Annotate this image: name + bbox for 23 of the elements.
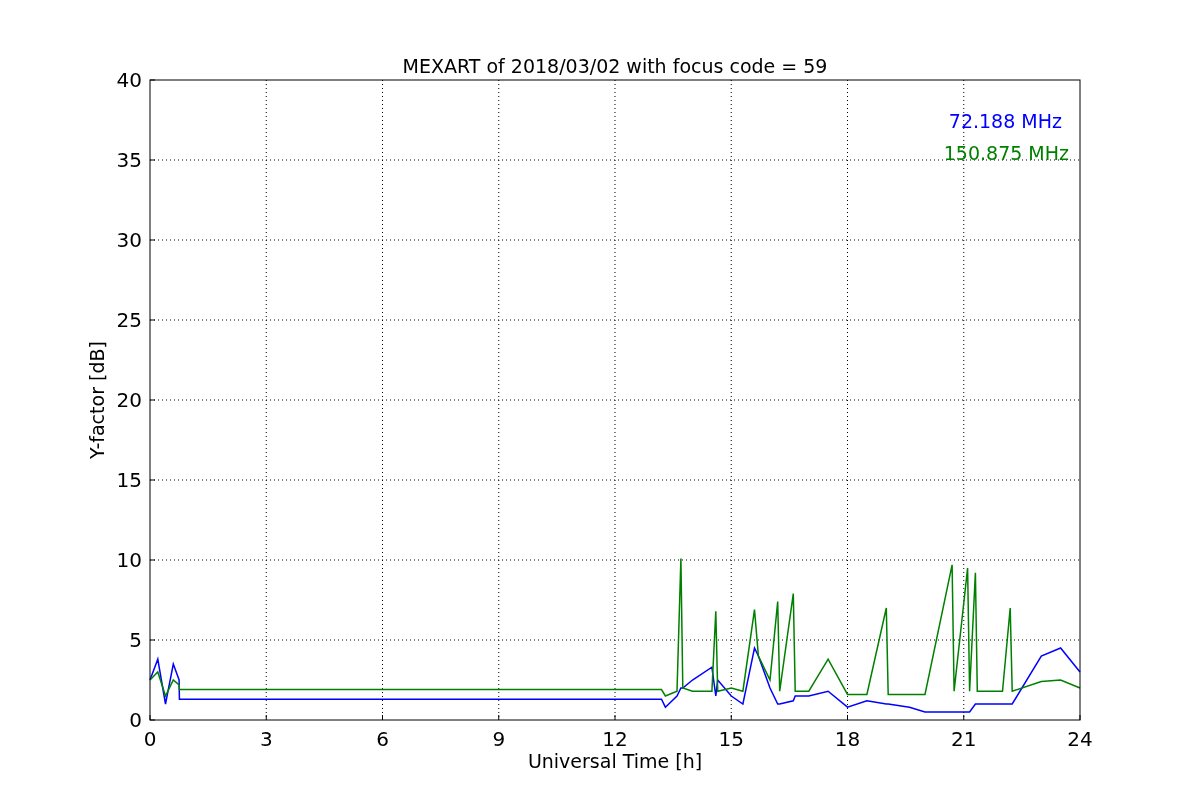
x-tick-label: 24 xyxy=(1067,727,1093,751)
y-tick-label: 20 xyxy=(116,388,142,412)
x-tick-label: 12 xyxy=(602,727,628,751)
legend-label: 72.188 MHz xyxy=(948,110,1062,132)
x-tick-label: 18 xyxy=(834,727,861,751)
y-tick-label: 15 xyxy=(116,468,142,492)
y-axis-label: Y-factor [dB] xyxy=(86,341,108,459)
y-tick-label: 5 xyxy=(129,628,142,652)
x-tick-label: 15 xyxy=(718,727,744,751)
y-tick-label: 25 xyxy=(116,308,142,332)
legend-label: 150.875 MHz xyxy=(943,142,1069,164)
x-axis-label: Universal Time [h] xyxy=(527,750,703,772)
chart-title: MEXART of 2018/03/02 with focus code = 59 xyxy=(402,55,828,77)
x-tick-label: 6 xyxy=(376,727,389,751)
x-tick-label: 3 xyxy=(259,727,273,751)
y-tick-label: 30 xyxy=(116,228,142,252)
x-tick-label: 0 xyxy=(143,727,157,751)
x-tick-label: 9 xyxy=(492,727,506,751)
y-tick-label: 40 xyxy=(116,68,142,92)
y-tick-label: 10 xyxy=(116,548,142,572)
y-tick-label: 0 xyxy=(129,708,142,732)
x-tick-label: 21 xyxy=(951,727,977,751)
y-tick-label: 35 xyxy=(116,148,142,172)
